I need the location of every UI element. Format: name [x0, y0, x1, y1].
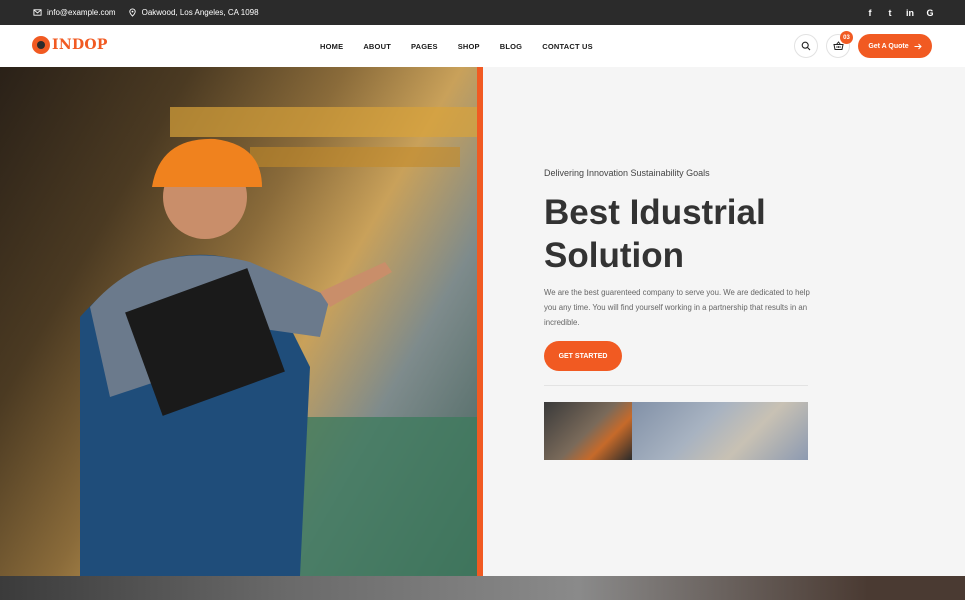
- divider: [544, 385, 808, 386]
- logo-text: INDOP: [52, 37, 108, 53]
- hero-title: Best Idustrial Solution: [544, 193, 766, 275]
- nav-shop[interactable]: SHOP: [458, 42, 480, 51]
- get-quote-button[interactable]: Get A Quote: [858, 34, 932, 58]
- logo[interactable]: INDOP: [32, 36, 108, 54]
- twitter-icon[interactable]: t: [886, 8, 894, 18]
- accent-bar: [477, 67, 483, 576]
- gear-logo-icon: [32, 36, 50, 54]
- email-text: info@example.com: [47, 8, 116, 17]
- address-text: Oakwood, Los Angeles, CA 1098: [141, 8, 259, 17]
- google-icon[interactable]: G: [926, 8, 934, 18]
- social-links: f t in G: [866, 0, 934, 25]
- top-bar: info@example.com Oakwood, Los Angeles, C…: [0, 0, 965, 25]
- get-started-button[interactable]: GET STARTED: [544, 341, 622, 371]
- hero-section: Delivering Innovation Sustainability Goa…: [0, 67, 965, 576]
- search-button[interactable]: [794, 34, 818, 58]
- location-pin-icon: [128, 8, 136, 17]
- cart-count-badge: 03: [840, 31, 853, 44]
- hero-worker-image: [0, 67, 477, 576]
- contact-info: info@example.com Oakwood, Los Angeles, C…: [33, 0, 259, 25]
- arrow-right-icon: [914, 43, 922, 49]
- nav-contact-us[interactable]: CONTACT US: [542, 42, 593, 51]
- gallery-image-worker: [544, 402, 632, 460]
- search-icon: [801, 41, 811, 51]
- mail-icon: [33, 9, 42, 16]
- hero-description: We are the best guarenteed company to se…: [544, 288, 810, 327]
- hero-gallery: [544, 402, 808, 460]
- facebook-icon[interactable]: f: [866, 8, 874, 18]
- nav-home[interactable]: HOME: [320, 42, 343, 51]
- nav-about[interactable]: ABOUT: [363, 42, 391, 51]
- main-header: INDOP HOME ABOUT PAGES SHOP BLOG CONTACT…: [0, 25, 965, 67]
- nav-blog[interactable]: BLOG: [500, 42, 522, 51]
- main-nav: HOME ABOUT PAGES SHOP BLOG CONTACT US: [320, 25, 613, 67]
- email-contact[interactable]: info@example.com: [33, 8, 116, 17]
- linkedin-icon[interactable]: in: [906, 8, 914, 18]
- address-contact: Oakwood, Los Angeles, CA 1098: [128, 8, 259, 17]
- gallery-image-factory: [632, 402, 808, 460]
- worker-illustration: [80, 107, 477, 576]
- nav-pages[interactable]: PAGES: [411, 42, 438, 51]
- next-section-preview: [0, 576, 965, 600]
- get-quote-label: Get A Quote: [868, 42, 909, 50]
- hero-subtitle: Delivering Innovation Sustainability Goa…: [544, 168, 710, 178]
